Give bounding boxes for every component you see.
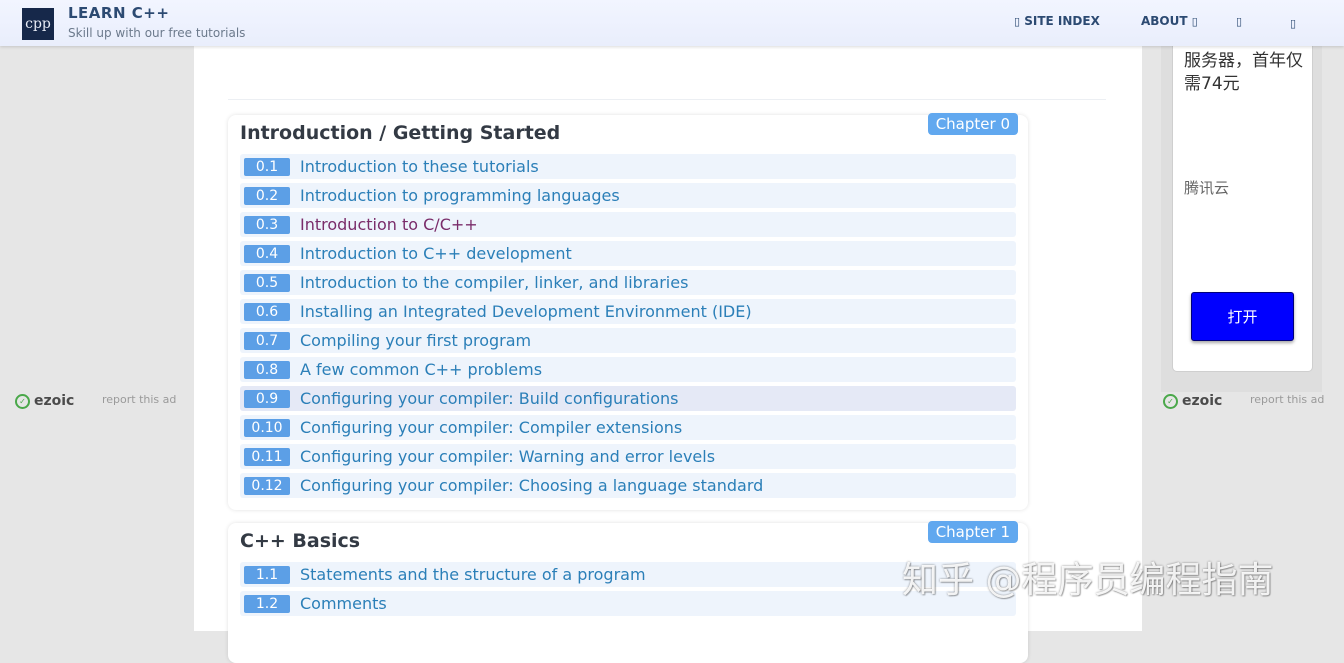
lesson-link[interactable]: Introduction to programming languages: [300, 186, 620, 205]
lesson-link[interactable]: Configuring your compiler: Warning and e…: [300, 447, 715, 466]
lesson-number: 0.3: [244, 216, 290, 234]
chapter-title: C++ Basics: [240, 530, 360, 552]
site-title[interactable]: LEARN C++: [68, 4, 169, 22]
lesson-number: 0.9: [244, 390, 290, 408]
ezoic-brand-right: ezoic: [1182, 393, 1222, 409]
ezoic-badge-right[interactable]: ✓ ezoic: [1163, 393, 1222, 409]
nav-about[interactable]: ABOUT ▯: [1141, 0, 1198, 42]
chapter-badge: Chapter 1: [928, 521, 1018, 543]
lesson-number: 1.2: [244, 595, 290, 613]
lesson-item[interactable]: 0.11 Configuring your compiler: Warning …: [240, 444, 1016, 469]
lesson-link[interactable]: Configuring your compiler: Build configu…: [300, 389, 679, 408]
lesson-item[interactable]: 0.8 A few common C++ problems: [240, 357, 1016, 382]
site-logo[interactable]: cpp: [22, 8, 54, 40]
lesson-link[interactable]: Configuring your compiler: Choosing a la…: [300, 476, 763, 495]
divider: [228, 99, 1106, 100]
watermark: 知乎 @程序员编程指南: [902, 551, 1273, 603]
lesson-number: 0.1: [244, 158, 290, 176]
lesson-item[interactable]: 0.9 Configuring your compiler: Build con…: [240, 386, 1016, 411]
lesson-item[interactable]: 0.6 Installing an Integrated Development…: [240, 299, 1016, 324]
dropdown-icon: ▯: [1192, 15, 1198, 28]
lesson-number: 0.10: [244, 419, 290, 437]
nav-about-label: ABOUT: [1141, 14, 1188, 28]
lesson-number: 0.2: [244, 187, 290, 205]
lesson-number: 1.1: [244, 566, 290, 584]
chapter-badge: Chapter 0: [928, 113, 1018, 135]
lesson-number: 0.8: [244, 361, 290, 379]
lesson-number: 0.11: [244, 448, 290, 466]
nav-icon-button[interactable]: ▯: [1236, 0, 1242, 42]
report-ad-link-right[interactable]: report this ad: [1250, 393, 1324, 406]
lesson-link[interactable]: Compiling your first program: [300, 331, 531, 350]
ad-card[interactable]: 服务器，首年仅需74元 腾讯云 打开: [1172, 46, 1313, 372]
search-icon: ▯: [1236, 15, 1242, 28]
lesson-link[interactable]: Introduction to C++ development: [300, 244, 572, 263]
lesson-item[interactable]: 0.10 Configuring your compiler: Compiler…: [240, 415, 1016, 440]
nav-site-index-label: SITE INDEX: [1024, 14, 1100, 28]
lesson-link[interactable]: Comments: [300, 594, 387, 613]
lesson-link[interactable]: Introduction to C/C++: [300, 215, 478, 234]
ad-column: 服务器，首年仅需74元 腾讯云 打开: [1161, 46, 1322, 392]
ezoic-badge-left[interactable]: ✓ ezoic: [15, 393, 74, 409]
lesson-item[interactable]: 1.2 Comments: [240, 591, 1016, 616]
site-subtitle: Skill up with our free tutorials: [68, 26, 245, 40]
menu-icon: ▯: [1290, 17, 1296, 30]
lesson-link[interactable]: Introduction to these tutorials: [300, 157, 539, 176]
ad-open-button[interactable]: 打开: [1191, 292, 1294, 341]
lesson-link[interactable]: Statements and the structure of a progra…: [300, 565, 646, 584]
ad-brand: 腾讯云: [1184, 177, 1229, 198]
ezoic-brand-left: ezoic: [34, 393, 74, 409]
lesson-item[interactable]: 0.5 Introduction to the compiler, linker…: [240, 270, 1016, 295]
site-index-icon: ▯: [1014, 15, 1020, 28]
lesson-item[interactable]: 0.7 Compiling your first program: [240, 328, 1016, 353]
lesson-item[interactable]: 0.4 Introduction to C++ development: [240, 241, 1016, 266]
lesson-item[interactable]: 0.12 Configuring your compiler: Choosing…: [240, 473, 1016, 498]
lesson-number: 0.7: [244, 332, 290, 350]
ad-text: 服务器，首年仅需74元: [1184, 50, 1304, 96]
nav-site-index[interactable]: ▯ SITE INDEX: [1014, 0, 1100, 42]
chapter-0-card: Chapter 0 Introduction / Getting Started…: [228, 115, 1028, 510]
lesson-link[interactable]: Configuring your compiler: Compiler exte…: [300, 418, 682, 437]
chapter-title: Introduction / Getting Started: [240, 122, 560, 144]
lesson-item[interactable]: 0.1 Introduction to these tutorials: [240, 154, 1016, 179]
ezoic-check-icon: ✓: [1163, 394, 1178, 409]
ezoic-check-icon: ✓: [15, 394, 30, 409]
lesson-item[interactable]: 0.3 Introduction to C/C++: [240, 212, 1016, 237]
lesson-link[interactable]: Introduction to the compiler, linker, an…: [300, 273, 688, 292]
lesson-link[interactable]: A few common C++ problems: [300, 360, 542, 379]
lesson-link[interactable]: Installing an Integrated Development Env…: [300, 302, 752, 321]
lesson-number: 0.12: [244, 477, 290, 495]
lesson-item[interactable]: 1.1 Statements and the structure of a pr…: [240, 562, 1016, 587]
nav-menu-button[interactable]: ▯: [1290, 2, 1296, 44]
lesson-item[interactable]: 0.2 Introduction to programming language…: [240, 183, 1016, 208]
site-header: cpp LEARN C++ Skill up with our free tut…: [0, 0, 1344, 46]
main-content: Chapter 0 Introduction / Getting Started…: [194, 46, 1142, 631]
lesson-number: 0.4: [244, 245, 290, 263]
report-ad-link-left[interactable]: report this ad: [102, 393, 176, 406]
lesson-number: 0.6: [244, 303, 290, 321]
lesson-number: 0.5: [244, 274, 290, 292]
